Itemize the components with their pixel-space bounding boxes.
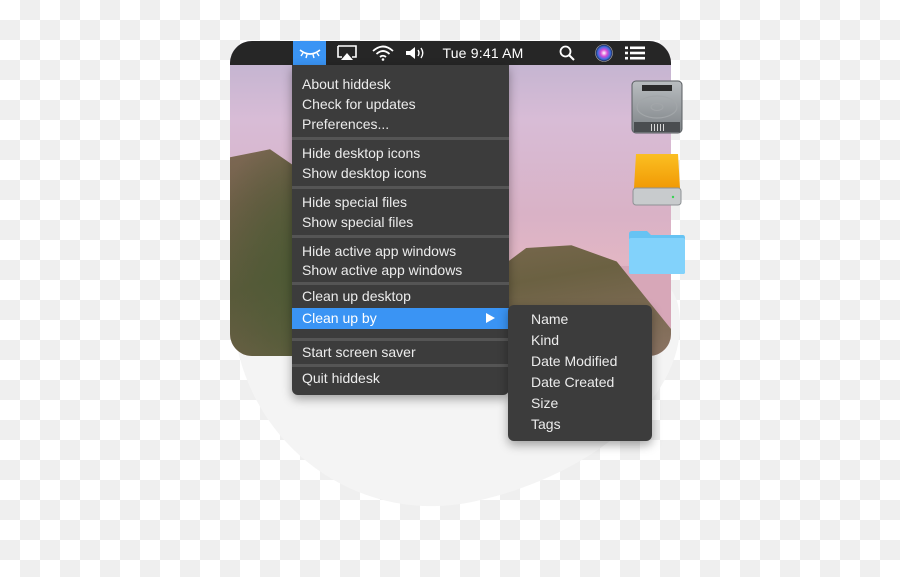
hiddesk-dropdown-menu: About hiddesk Check for updates Preferen… (292, 65, 509, 395)
menu-separator (292, 364, 509, 367)
search-icon (559, 45, 575, 61)
menu-item-hide-special-files[interactable]: Hide special files (292, 192, 509, 212)
menu-separator (292, 137, 509, 140)
menu-item-hide-desktop-icons[interactable]: Hide desktop icons (292, 143, 509, 163)
folder-desktop-icon[interactable] (628, 230, 686, 280)
wifi-button[interactable] (370, 41, 396, 65)
menu-item-show-active-app-windows[interactable]: Show active app windows (292, 260, 509, 280)
submenu-item-size[interactable]: Size (508, 393, 652, 414)
submenu-arrow-icon (486, 313, 495, 323)
hard-drive-desktop-icon[interactable] (631, 80, 683, 139)
submenu-item-date-modified[interactable]: Date Modified (508, 351, 652, 372)
notification-center-button[interactable] (623, 41, 647, 65)
menu-item-check-updates[interactable]: Check for updates (292, 94, 509, 114)
menu-item-show-desktop-icons[interactable]: Show desktop icons (292, 163, 509, 183)
airplay-button[interactable] (334, 41, 360, 65)
volume-button[interactable] (403, 41, 429, 65)
siri-button[interactable] (593, 41, 615, 65)
submenu-item-tags[interactable]: Tags (508, 414, 652, 435)
menu-separator (292, 235, 509, 238)
hiddesk-menu-extra[interactable] (293, 41, 326, 65)
menu-item-about[interactable]: About hiddesk (292, 74, 509, 94)
submenu-item-name[interactable]: Name (508, 309, 652, 330)
menu-separator (292, 338, 509, 341)
menu-item-clean-up-by-label: Clean up by (302, 310, 377, 326)
menu-item-clean-up-by[interactable]: Clean up by (292, 308, 509, 329)
menubar-clock[interactable]: Tue 9:41 AM (438, 41, 528, 65)
submenu-item-kind[interactable]: Kind (508, 330, 652, 351)
menu-item-start-screen-saver[interactable]: Start screen saver (292, 342, 509, 362)
hard-drive-icon (631, 80, 683, 134)
menu-separator (292, 186, 509, 189)
siri-icon (595, 44, 613, 62)
menu-item-hide-active-app-windows[interactable]: Hide active app windows (292, 241, 509, 261)
notification-center-icon (625, 46, 645, 60)
closed-eye-icon (299, 49, 320, 59)
menu-separator (292, 282, 509, 285)
submenu-item-date-created[interactable]: Date Created (508, 372, 652, 393)
spotlight-button[interactable] (556, 41, 578, 65)
volume-icon (406, 47, 424, 59)
wifi-icon (372, 45, 394, 61)
menu-item-show-special-files[interactable]: Show special files (292, 212, 509, 232)
clean-up-by-submenu: Name Kind Date Modified Date Created Siz… (508, 305, 652, 441)
menu-item-quit[interactable]: Quit hiddesk (292, 368, 509, 388)
menu-bar: Tue 9:41 AM (230, 41, 671, 65)
airplay-icon (337, 45, 357, 60)
external-drive-desktop-icon[interactable] (632, 152, 682, 211)
external-drive-icon (632, 154, 682, 206)
menu-item-preferences[interactable]: Preferences... (292, 114, 509, 134)
folder-icon (629, 231, 685, 274)
menu-item-clean-up-desktop[interactable]: Clean up desktop (292, 286, 509, 306)
